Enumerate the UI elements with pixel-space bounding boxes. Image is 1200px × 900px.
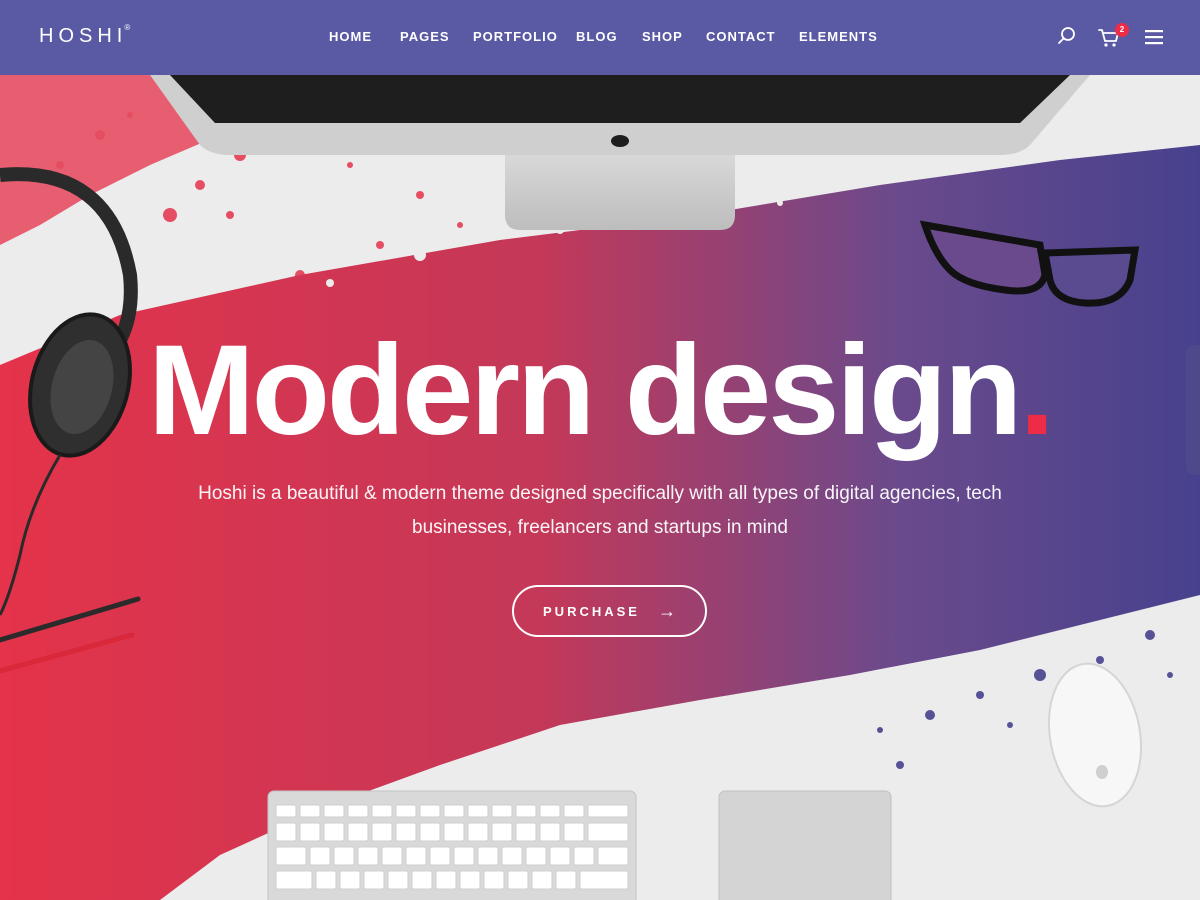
hamburger-menu-icon[interactable] (1144, 28, 1170, 54)
main-nav: HOME PAGES PORTFOLIO BLOG SHOP CONTACT E… (0, 0, 1200, 75)
hero-subtitle: Hoshi is a beautiful & modern theme desi… (198, 483, 1002, 538)
nav-contact[interactable]: CONTACT (706, 29, 776, 44)
nav-pages[interactable]: PAGES (400, 29, 450, 44)
site-header: HOSHI® HOME PAGES PORTFOLIO BLOG SHOP CO… (0, 0, 1200, 75)
trackpad-illustration (718, 790, 892, 900)
cart-count-badge: 2 (1115, 23, 1129, 37)
hero-title: Modern design. (0, 327, 1200, 455)
cart-icon[interactable]: 2 (1097, 23, 1129, 51)
purchase-button-label: PURCHASE (543, 603, 640, 619)
nav-elements[interactable]: ELEMENTS (799, 29, 878, 44)
hero-section: Modern design. Hoshi is a beautiful & mo… (0, 75, 1200, 900)
search-icon[interactable] (1056, 25, 1082, 51)
arrow-right-icon: → (657, 600, 676, 621)
hero-title-dot: . (1019, 319, 1055, 462)
nav-blog[interactable]: BLOG (576, 29, 618, 44)
hero-title-text: Modern design (148, 319, 1022, 462)
nav-portfolio[interactable]: PORTFOLIO (473, 29, 558, 44)
purchase-button[interactable]: PURCHASE → (512, 585, 707, 637)
keyboard-illustration (267, 790, 637, 900)
nav-shop[interactable]: SHOP (642, 29, 683, 44)
nav-home[interactable]: HOME (329, 29, 372, 44)
